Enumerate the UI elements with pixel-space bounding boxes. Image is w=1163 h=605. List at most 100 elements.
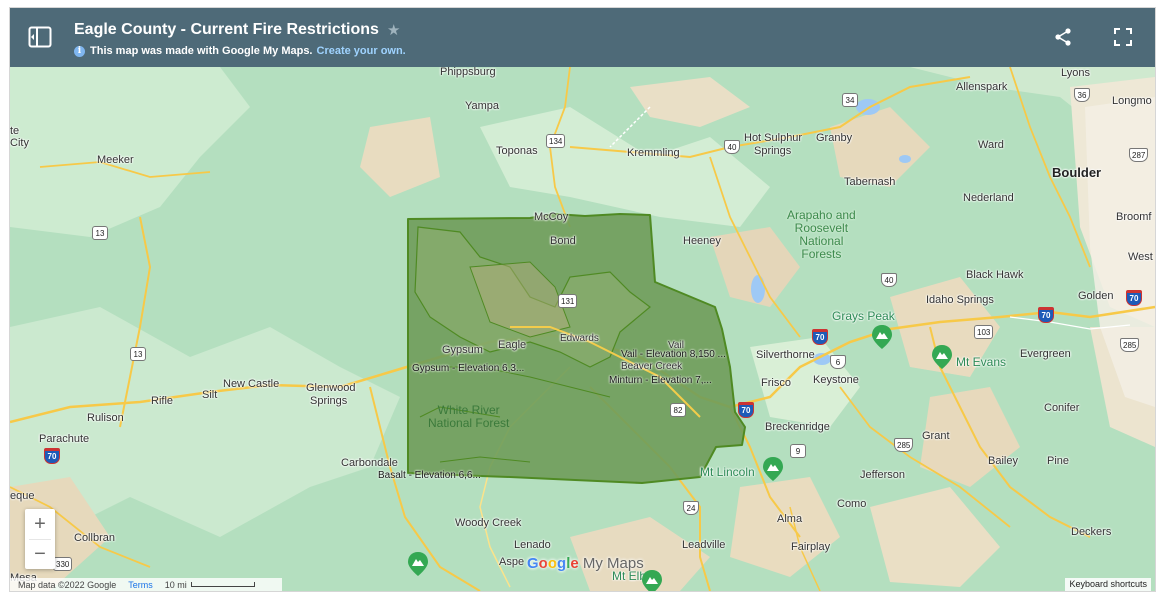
place-pine: Pine [1047, 455, 1070, 467]
place-glenwood-springs: Springs [310, 395, 348, 407]
place-phippsburg: Phippsburg [440, 67, 496, 78]
road-shield-103: 103 [974, 325, 994, 339]
keyboard-shortcuts-link[interactable]: Keyboard shortcuts [1065, 578, 1151, 591]
place-tabernash: Tabernash [844, 176, 896, 188]
place-bailey: Bailey [988, 455, 1018, 467]
place-lenado: Lenado [514, 539, 551, 551]
place-eagle: Eagle [498, 339, 527, 351]
peak-grays-peak: Grays Peak [832, 309, 895, 323]
zoom-in-button[interactable]: + [25, 509, 55, 539]
zoom-control: + − [25, 509, 55, 569]
place-leadville: Leadville [682, 539, 726, 551]
fullscreen-icon[interactable] [1113, 27, 1133, 47]
place-woody-creek: Woody Creek [455, 517, 522, 529]
place-hot-sulphur-springs: Springs [754, 145, 792, 157]
place-collbran: Collbran [74, 532, 115, 544]
made-with-text: This map was made with Google My Maps. [90, 45, 313, 57]
poi-basalt[interactable]: Basalt - Elevation 6,6... [378, 470, 481, 481]
place-longmont: Longmo [1112, 95, 1152, 107]
place-yampa: Yampa [465, 100, 500, 112]
interstate-70-shield-c: 70 [738, 402, 754, 418]
create-your-own-link[interactable]: Create your own. [317, 45, 406, 57]
poi-minturn[interactable]: Minturn - Elevation 7,... [609, 375, 712, 386]
place-bond: Bond [550, 235, 576, 247]
road-shield-40-b: 40 [881, 273, 897, 287]
place-black-hawk: Black Hawk [966, 269, 1024, 281]
road-shield-13-b: 13 [130, 347, 146, 361]
place-meeker: Meeker [97, 154, 134, 166]
sidebar-toggle-icon[interactable] [28, 26, 52, 48]
road-shield-36: 36 [1074, 88, 1090, 102]
google-my-maps-logo: Google My Maps [527, 555, 644, 572]
road-shield-131: 131 [558, 294, 578, 308]
mountain-peak-icon[interactable] [872, 325, 892, 349]
place-heeney: Heeney [683, 235, 721, 247]
forest-white-river: White River National Forest [428, 403, 510, 430]
poi-gypsum[interactable]: Gypsum - Elevation 6,3... [412, 363, 524, 374]
road-shield-285: 285 [894, 438, 914, 452]
scale-label: 10 mi [164, 579, 187, 590]
place-silt: Silt [202, 389, 218, 401]
road-shield-24: 24 [683, 501, 699, 515]
interstate-70-shield: 70 [812, 329, 828, 345]
place-rifle: Rifle [151, 395, 174, 407]
place-granby: Granby [816, 132, 853, 144]
road-shield-287: 287 [1129, 148, 1149, 162]
mountain-peak-icon[interactable] [763, 457, 783, 481]
zoom-out-button[interactable]: − [25, 539, 55, 569]
place-gypsum: Gypsum [442, 344, 483, 356]
interstate-70-shield-e: 70 [1126, 290, 1142, 306]
place-new-castle: New Castle [223, 378, 280, 390]
map-title: Eagle County - Current Fire Restrictions [74, 21, 379, 38]
place-golden: Golden [1078, 290, 1114, 302]
mountain-peak-icon[interactable] [408, 552, 428, 576]
map-embed: Eagle County - Current Fire Restrictions… [9, 7, 1156, 592]
terms-link[interactable]: Terms [128, 580, 153, 590]
peak-mt-lincoln: Mt Lincoln [700, 465, 755, 479]
road-shield-134: 134 [546, 134, 566, 148]
road-shield-40: 40 [724, 140, 740, 154]
place-eque: eque [10, 490, 35, 502]
place-silverthorne: Silverthorne [756, 349, 815, 361]
place-alma: Alma [777, 513, 803, 525]
map-data-text: Map data ©2022 Google [18, 579, 117, 590]
road-shield-285-b: 285 [1120, 338, 1140, 352]
place-breckenridge: Breckenridge [765, 421, 830, 433]
place-broomfield: Broomf [1116, 211, 1152, 223]
road-shield-34: 34 [842, 93, 858, 107]
place-te: te [10, 125, 20, 137]
mountain-peak-icon[interactable] [642, 570, 662, 591]
zoom-divider [29, 539, 51, 540]
place-frisco: Frisco [761, 377, 791, 389]
road-shield-24-county: 82 [670, 403, 686, 417]
place-nederland: Nederland [963, 192, 1014, 204]
interstate-70-shield-b: 70 [1038, 307, 1054, 323]
share-icon[interactable] [1053, 27, 1073, 47]
map-header: Eagle County - Current Fire Restrictions… [10, 8, 1155, 67]
mountain-peak-icon[interactable] [932, 345, 952, 369]
place-carbondale: Carbondale [341, 457, 398, 469]
place-grant: Grant [922, 430, 950, 442]
road-shield-9: 9 [790, 444, 806, 458]
place-boulder: Boulder [1052, 165, 1102, 180]
scale-line [190, 582, 255, 587]
scale-bar[interactable]: 10 mi [165, 580, 255, 590]
star-icon[interactable]: ★ [387, 21, 400, 39]
place-jefferson: Jefferson [860, 469, 906, 481]
road-shield-330: 330 [53, 557, 73, 571]
peak-mt-evans: Mt Evans [956, 355, 1007, 369]
place-keystone: Keystone [813, 374, 859, 386]
road-shield-13: 13 [92, 226, 108, 240]
poi-vail[interactable]: Vail - Elevation 8,150 ... [621, 349, 726, 360]
place-toponas: Toponas [496, 145, 538, 157]
place-conifer: Conifer [1044, 402, 1080, 414]
place-city: City [10, 137, 29, 149]
place-ward: Ward [978, 139, 1004, 151]
place-aspen: Aspe [499, 556, 525, 568]
place-fairplay: Fairplay [791, 541, 831, 553]
place-glenwood: Glenwood [306, 382, 356, 394]
place-allenspark: Allenspark [956, 81, 1008, 93]
place-westminster: West [1128, 251, 1153, 263]
map-canvas[interactable]: Phippsburg Yampa Toponas Kremmling Hot S… [10, 67, 1155, 591]
info-icon: i [74, 45, 85, 57]
